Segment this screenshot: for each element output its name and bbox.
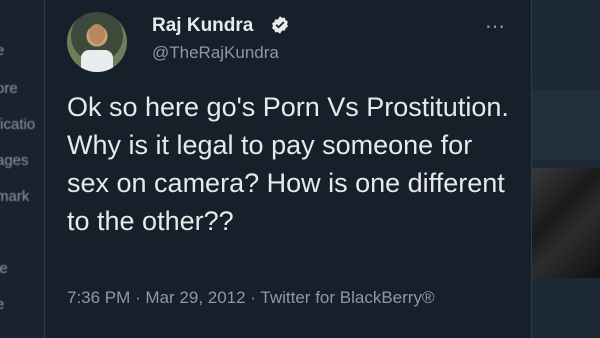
- tweet-text: Ok so here go's Porn Vs Prostitution. Wh…: [67, 92, 509, 236]
- more-options-icon[interactable]: ⋯: [485, 14, 506, 39]
- user-handle[interactable]: @TheRajKundra: [152, 43, 279, 63]
- sidebar-item-6[interactable]: le: [0, 260, 8, 277]
- tweet-card: Raj Kundra @TheRajKundra ⋯ Ok so here go…: [44, 0, 532, 338]
- tweet-metadata: 7:36 PM · Mar 29, 2012 · Twitter for Bla…: [67, 285, 487, 310]
- right-panel-top: [532, 0, 600, 72]
- trending-photo: [532, 168, 600, 278]
- sidebar-item-messages[interactable]: ages: [0, 152, 29, 169]
- tweet-timestamp[interactable]: 7:36 PM · Mar 29, 2012 ·: [67, 288, 260, 307]
- avatar-shirt: [81, 50, 113, 72]
- left-sidebar: e ore ficatio ages mark le e: [0, 0, 44, 338]
- display-name[interactable]: Raj Kundra: [152, 15, 253, 37]
- sidebar-item-1[interactable]: e: [0, 42, 4, 59]
- tweet-source: Twitter for BlackBerry®: [260, 288, 435, 307]
- right-sidebar-background: [532, 0, 600, 338]
- verified-badge-icon: [272, 16, 288, 34]
- avatar-head: [89, 24, 105, 44]
- trending-news-snippet: [532, 90, 600, 160]
- sidebar-item-bookmarks[interactable]: mark: [0, 188, 29, 205]
- sidebar-item-7[interactable]: e: [0, 296, 4, 313]
- avatar[interactable]: [67, 12, 127, 72]
- sidebar-item-notifications[interactable]: ficatio: [0, 116, 35, 133]
- sidebar-item-2[interactable]: ore: [0, 80, 18, 97]
